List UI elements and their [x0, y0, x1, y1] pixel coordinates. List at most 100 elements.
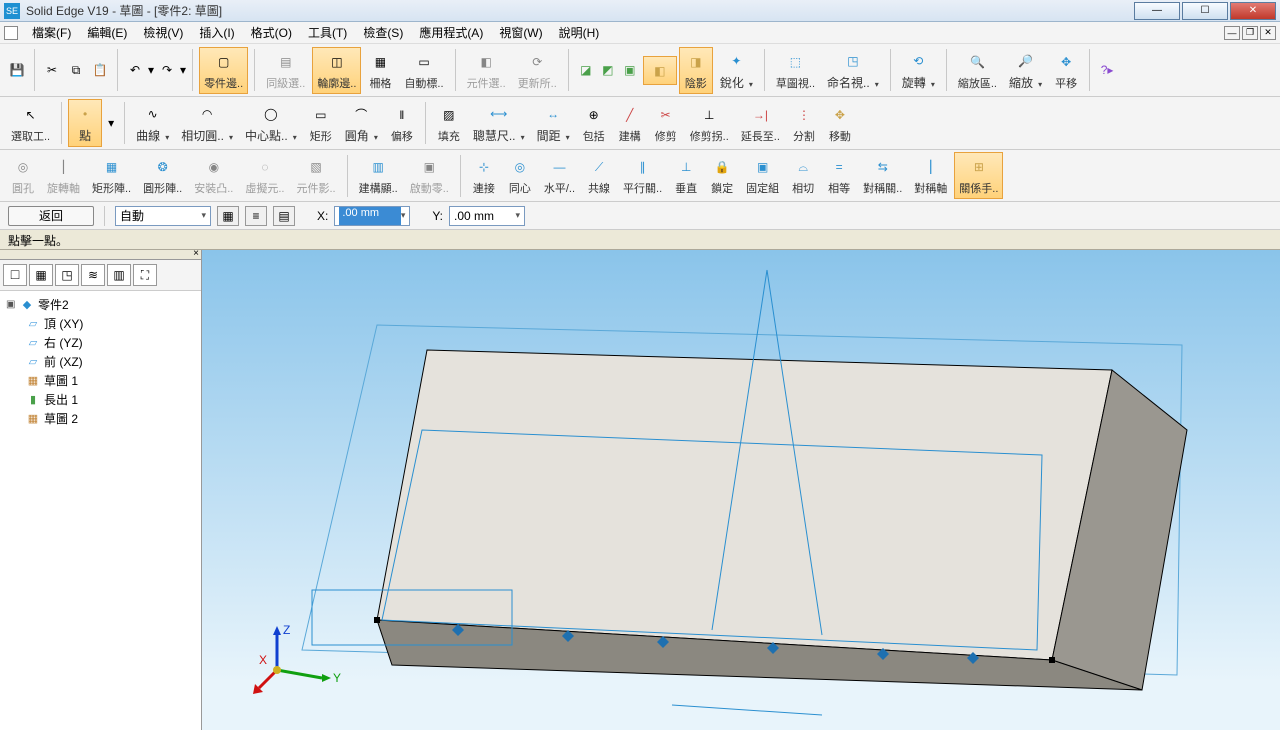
- y-input[interactable]: .00 mm▾: [449, 206, 525, 226]
- paste-button[interactable]: 📋: [89, 59, 111, 81]
- help-button[interactable]: ?▸: [1096, 59, 1118, 81]
- menu-help[interactable]: 說明(H): [553, 22, 606, 43]
- sidebar-tab-4[interactable]: ≋: [81, 264, 105, 286]
- sym-axis-button[interactable]: ⎮對稱軸: [909, 152, 952, 199]
- select-tool-button[interactable]: ↖選取工..: [6, 100, 55, 147]
- hole-button[interactable]: ◎圓孔: [6, 152, 40, 199]
- symmetric-button[interactable]: ⇆對稱關..: [858, 152, 907, 199]
- comp-shadow-button[interactable]: ▧元件影..: [292, 152, 341, 199]
- offset-button[interactable]: ‖偏移: [385, 100, 419, 147]
- menu-edit[interactable]: 編輯(E): [81, 22, 133, 43]
- perp-button[interactable]: ⊥垂直: [669, 152, 703, 199]
- menu-view[interactable]: 檢視(V): [137, 22, 189, 43]
- cube2-button[interactable]: ◩: [597, 59, 619, 81]
- shadow-button[interactable]: ◨陰影: [679, 47, 713, 94]
- grid-button[interactable]: ▦柵格: [363, 47, 397, 94]
- sketch-view-button[interactable]: ⬚草圖視..: [771, 47, 820, 94]
- horiz-button[interactable]: —水平/..: [539, 152, 580, 199]
- menu-format[interactable]: 格式(O): [245, 22, 298, 43]
- curve-button[interactable]: ∿曲線 ▾: [131, 99, 174, 147]
- rect-button[interactable]: ▭矩形: [304, 100, 338, 147]
- smart-dim-button[interactable]: ⟷聰慧尺.. ▾: [468, 99, 530, 147]
- concentric-button[interactable]: ◎同心: [503, 152, 537, 199]
- tree-item[interactable]: ▱前 (XZ): [2, 352, 199, 371]
- fill-button[interactable]: ▨填充: [432, 100, 466, 147]
- split-button[interactable]: ⋮分割: [787, 100, 821, 147]
- named-view-button[interactable]: ◳命名視.. ▾: [822, 46, 884, 94]
- part-edge-button[interactable]: ▢零件邊..: [199, 47, 248, 94]
- rect-pattern-button[interactable]: ▦矩形陣..: [87, 152, 136, 199]
- tangent-button[interactable]: ⌓相切: [786, 152, 820, 199]
- trim-button[interactable]: ✂修剪: [649, 100, 683, 147]
- mdi-close-button[interactable]: ✕: [1260, 26, 1276, 40]
- trim-ext-button[interactable]: ⊥修剪拐..: [685, 100, 734, 147]
- tree-root[interactable]: ▣◆零件2: [2, 295, 199, 314]
- connect-button[interactable]: ⊹連接: [467, 152, 501, 199]
- copy-button[interactable]: ⧉: [65, 59, 87, 81]
- menu-file[interactable]: 檔案(F): [26, 22, 77, 43]
- sidebar-close-icon[interactable]: ×: [193, 248, 199, 259]
- menu-tools[interactable]: 工具(T): [302, 22, 353, 43]
- circ-pattern-button[interactable]: ❂圓形陣..: [138, 152, 187, 199]
- zoom-area-button[interactable]: 🔍縮放區..: [953, 47, 1002, 94]
- return-button[interactable]: 返回: [8, 206, 94, 226]
- pan-button[interactable]: ✥平移: [1049, 47, 1083, 94]
- menu-check[interactable]: 檢查(S): [357, 22, 409, 43]
- tangent-arc-button[interactable]: ◠相切圓.. ▾: [176, 99, 238, 147]
- tree-item[interactable]: ▦草圖 1: [2, 371, 199, 390]
- feature-tree[interactable]: ▣◆零件2 ▱頂 (XY) ▱右 (YZ) ▱前 (XZ) ▦草圖 1 ▮長出 …: [0, 291, 201, 730]
- include-button[interactable]: ⊕包括: [577, 100, 611, 147]
- distance-button[interactable]: ↔間距 ▾: [532, 99, 575, 147]
- fixed-button[interactable]: ▣固定組: [741, 152, 784, 199]
- close-button[interactable]: ✕: [1230, 2, 1276, 20]
- activate-button[interactable]: ▣啟動零..: [405, 152, 454, 199]
- cut-button[interactable]: ✂: [41, 59, 63, 81]
- rotate-button[interactable]: ⟲旋轉 ▾: [897, 46, 940, 94]
- parallel-button[interactable]: ∥平行關..: [618, 152, 667, 199]
- shadow-button-a[interactable]: ◧: [643, 56, 677, 85]
- redo-dropdown[interactable]: ▾: [180, 63, 186, 77]
- undo-button[interactable]: ↶: [124, 59, 146, 81]
- auto-label-button[interactable]: ▭自動標..: [399, 47, 448, 94]
- point-button[interactable]: •點: [68, 99, 102, 147]
- rev-axis-button[interactable]: ⎮旋轉軸: [42, 152, 85, 199]
- construct-button[interactable]: ╱建構: [613, 100, 647, 147]
- auto-combo[interactable]: 自動▾: [115, 206, 211, 226]
- mount-button[interactable]: ◉安裝凸..: [189, 152, 238, 199]
- const-display-button[interactable]: ▥建構顯..: [354, 152, 403, 199]
- tree-item[interactable]: ▱頂 (XY): [2, 314, 199, 333]
- collinear-button[interactable]: ⟋共線: [582, 152, 616, 199]
- lock-button[interactable]: 🔒鎖定: [705, 152, 739, 199]
- point-dropdown[interactable]: ▾: [104, 116, 118, 130]
- update-button[interactable]: ⟳更新所..: [513, 47, 562, 94]
- move-button[interactable]: ✥移動: [823, 100, 857, 147]
- x-input[interactable]: .00 mm▾: [334, 206, 410, 226]
- minimize-button[interactable]: —: [1134, 2, 1180, 20]
- menu-window[interactable]: 視窗(W): [493, 22, 548, 43]
- undo-dropdown[interactable]: ▾: [148, 63, 154, 77]
- redo-button[interactable]: ↷: [156, 59, 178, 81]
- tree-item[interactable]: ▦草圖 2: [2, 409, 199, 428]
- sidebar-handle[interactable]: ×: [0, 250, 201, 260]
- virtual-button[interactable]: ◌虛擬元..: [240, 152, 289, 199]
- sidebar-tab-2[interactable]: ▦: [29, 264, 53, 286]
- fillet-button[interactable]: ⌒圓角 ▾: [340, 99, 383, 147]
- elem-sel-button[interactable]: ◧元件選..: [462, 47, 511, 94]
- viewport[interactable]: Z Y X: [202, 250, 1280, 730]
- sidebar-tab-1[interactable]: 🞎: [3, 264, 27, 286]
- extend-to-button[interactable]: →|延長至..: [736, 100, 785, 147]
- cube1-button[interactable]: ◪: [575, 59, 597, 81]
- grid-mode-1[interactable]: ▦: [217, 206, 239, 226]
- grid-mode-2[interactable]: ≡: [245, 206, 267, 226]
- mdi-restore-button[interactable]: ❐: [1242, 26, 1258, 40]
- tree-item[interactable]: ▮長出 1: [2, 390, 199, 409]
- save-button[interactable]: 💾: [6, 59, 28, 81]
- sharpen-button[interactable]: ✦銳化 ▾: [715, 46, 758, 94]
- sidebar-tab-6[interactable]: ⛶: [133, 264, 157, 286]
- tree-item[interactable]: ▱右 (YZ): [2, 333, 199, 352]
- sidebar-tab-3[interactable]: ◳: [55, 264, 79, 286]
- maximize-button[interactable]: ☐: [1182, 2, 1228, 20]
- zoom-button[interactable]: 🔎縮放 ▾: [1004, 46, 1047, 94]
- same-level-button[interactable]: ▤同級選..: [261, 47, 310, 94]
- rel-hand-button[interactable]: ⊞關係手..: [954, 152, 1003, 199]
